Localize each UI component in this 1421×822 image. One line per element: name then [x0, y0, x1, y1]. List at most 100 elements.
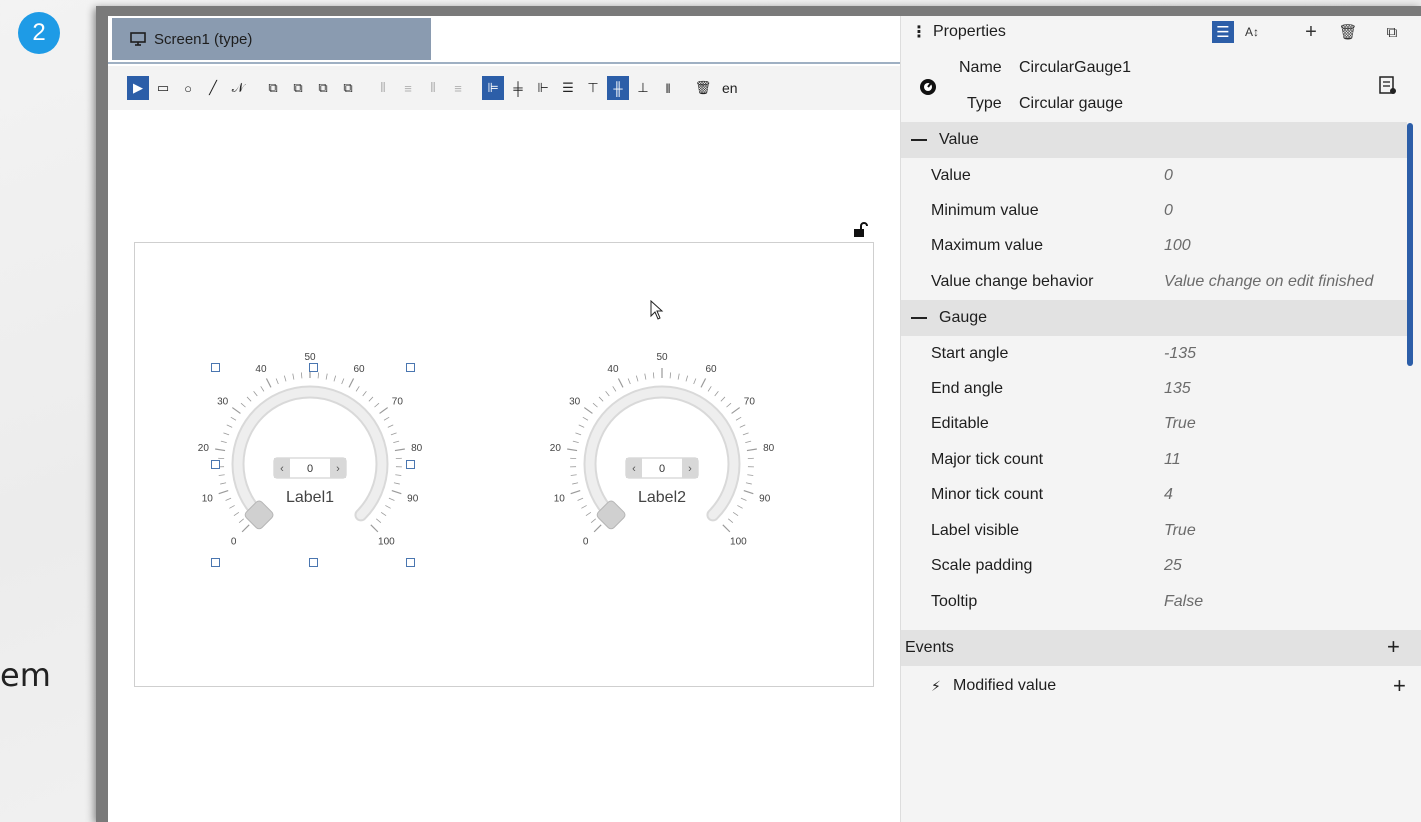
scale-label: 60 [705, 364, 717, 375]
minor-tick [226, 424, 233, 428]
property-value[interactable]: True [1164, 415, 1196, 433]
circular-gauge-2[interactable]: 0 10 20 30 40 50 60 70 80 90 100 ‹ › 0 Label2 [542, 346, 782, 566]
minor-tick [737, 505, 743, 509]
select-tool-icon[interactable]: ▶ [127, 76, 149, 100]
property-row[interactable]: Major tick count 11 [901, 442, 1407, 477]
property-label: Maximum value [931, 236, 1044, 254]
property-row[interactable]: End angle 135 [901, 371, 1407, 406]
ellipse-tool-icon[interactable]: ○ [177, 76, 199, 100]
property-value[interactable]: 135 [1164, 380, 1191, 398]
name-value[interactable]: CircularGauge1 [1019, 59, 1131, 77]
minor-tick [341, 378, 345, 385]
property-value[interactable]: False [1164, 593, 1203, 611]
property-row[interactable]: Start angle -135 [901, 336, 1407, 371]
align-vertical-center-icon[interactable]: ╫ [607, 76, 629, 100]
property-value[interactable]: Value change on edit finished [1164, 273, 1373, 291]
distribute-vertical-icon[interactable]: ≡ [397, 76, 419, 100]
property-row[interactable]: Value 0 [901, 158, 1407, 193]
minor-tick [325, 373, 328, 380]
sort-alphabetical-icon[interactable]: A↕ [1241, 21, 1263, 43]
polyline-tool-icon[interactable]: 𝒩 [227, 76, 249, 100]
property-row[interactable]: Label visible True [901, 513, 1407, 548]
send-to-back-icon[interactable]: ⧉ [337, 76, 359, 100]
property-value[interactable]: 4 [1164, 486, 1173, 504]
properties-scrollbar[interactable] [1407, 123, 1413, 366]
minor-tick [220, 440, 227, 444]
property-value[interactable]: 0 [1164, 202, 1173, 220]
minor-tick [385, 505, 391, 509]
edit-properties-icon[interactable] [1379, 76, 1397, 96]
trash-icon[interactable]: 🗑 [1337, 21, 1359, 43]
minor-tick [726, 402, 732, 408]
property-value[interactable]: 100 [1164, 237, 1191, 255]
type-label: Type [967, 95, 1002, 112]
bring-to-front-icon[interactable]: ⧉ [262, 76, 284, 100]
minor-tick [368, 396, 374, 402]
space-vertical-icon[interactable]: ≡ [447, 76, 469, 100]
selection-handle[interactable] [211, 558, 220, 567]
language-selector[interactable]: en [722, 80, 738, 96]
same-size-icon[interactable]: ‖ [657, 76, 679, 100]
major-tick [743, 490, 754, 495]
selection-handle[interactable] [309, 558, 318, 567]
section-gauge[interactable]: Gauge [901, 300, 1407, 336]
minor-tick [238, 518, 244, 523]
delete-icon[interactable]: 🗑 [692, 76, 714, 100]
selection-handle[interactable] [406, 363, 415, 372]
align-center-icon[interactable]: ╪ [507, 76, 529, 100]
minor-tick [240, 402, 246, 408]
property-row[interactable]: Scale padding 25 [901, 548, 1407, 583]
minor-tick [685, 375, 689, 382]
bring-forward-icon[interactable]: ⧉ [287, 76, 309, 100]
property-row[interactable]: Value change behavior Value change on ed… [901, 264, 1407, 299]
align-bottom-icon[interactable]: ⊥ [632, 76, 654, 100]
gauge-label: Label2 [638, 489, 686, 506]
tab-screen1[interactable]: Screen1 (type) [112, 18, 431, 60]
align-left-icon[interactable]: ⊫ [482, 76, 504, 100]
categorized-view-icon[interactable]: ☰ [1212, 21, 1234, 43]
selection-handle[interactable] [211, 460, 220, 469]
scale-label: 90 [759, 493, 771, 504]
property-value[interactable]: 25 [1164, 557, 1182, 575]
add-icon[interactable]: + [1300, 21, 1322, 43]
major-tick [241, 524, 250, 533]
space-horizontal-icon[interactable]: ⫴ [422, 76, 444, 100]
selection-handle[interactable] [309, 363, 318, 372]
major-tick [722, 524, 731, 533]
major-tick [348, 378, 355, 388]
minor-tick [260, 386, 265, 392]
property-row[interactable]: Minimum value 0 [901, 193, 1407, 228]
send-backward-icon[interactable]: ⧉ [312, 76, 334, 100]
property-row[interactable]: Maximum value 100 [901, 228, 1407, 263]
section-value[interactable]: Value [901, 122, 1407, 158]
selection-handle[interactable] [211, 363, 220, 372]
monitor-icon [130, 32, 146, 46]
property-value[interactable]: -135 [1164, 345, 1196, 363]
distribute-horizontal-icon[interactable]: ⫴ [372, 76, 394, 100]
property-value[interactable]: True [1164, 522, 1196, 540]
line-tool-icon[interactable]: ╱ [202, 76, 224, 100]
add-event-handler-icon[interactable]: + [1393, 675, 1406, 697]
minor-tick [635, 375, 639, 382]
align-middle-icon[interactable]: ☰ [557, 76, 579, 100]
property-row[interactable]: Minor tick count 4 [901, 477, 1407, 512]
kebab-menu-icon[interactable]: ⋮ [911, 22, 927, 42]
align-top-icon[interactable]: ⊤ [582, 76, 604, 100]
property-label: Minimum value [931, 201, 1039, 219]
selection-handle[interactable] [406, 460, 415, 469]
property-value[interactable]: 0 [1164, 167, 1173, 185]
add-event-icon[interactable]: + [1387, 636, 1400, 658]
event-row[interactable]: ⚡ Modified value + [901, 668, 1421, 704]
events-section[interactable]: Events + [901, 630, 1421, 666]
copy-window-icon[interactable]: ⧉ [1381, 21, 1403, 43]
property-value[interactable]: 11 [1164, 451, 1181, 469]
circular-gauge-1[interactable]: 0 10 20 30 40 50 60 70 80 90 100 ‹ › 0 Label1 [190, 346, 430, 566]
selection-handle[interactable] [406, 558, 415, 567]
unlock-icon[interactable] [852, 222, 868, 238]
scale-label: 0 [231, 536, 237, 547]
rectangle-tool-icon[interactable]: ▭ [152, 76, 174, 100]
align-right-icon[interactable]: ⊩ [532, 76, 554, 100]
major-tick [700, 378, 707, 388]
property-row[interactable]: Tooltip False [901, 584, 1407, 619]
property-row[interactable]: Editable True [901, 406, 1407, 441]
